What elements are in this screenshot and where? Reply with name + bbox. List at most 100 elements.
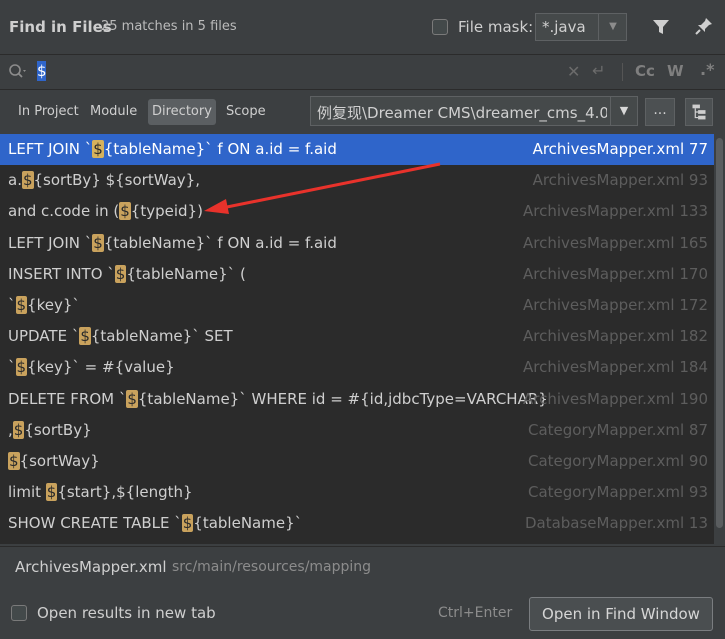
preview-file-path: src/main/resources/mapping [172, 559, 372, 575]
result-text-before: ` [8, 296, 16, 314]
result-text-before: LEFT JOIN ` [8, 233, 93, 252]
chevron-down-icon[interactable]: ▼ [598, 14, 627, 40]
match-highlight: $ [15, 296, 28, 314]
file-mask-value: *.java [542, 18, 586, 36]
toolbar-divider [622, 63, 623, 81]
result-row[interactable]: SHOW CREATE TABLE `${tableName}` Database… [0, 508, 714, 539]
result-location: DatabaseMapper.xml 13 [524, 514, 708, 533]
search-icon[interactable] [8, 63, 28, 81]
tab-module[interactable]: Module [86, 99, 141, 125]
search-input[interactable] [37, 60, 517, 82]
result-location: ArchivesMapper.xml 133 [523, 202, 708, 221]
match-case-toggle[interactable]: Cc [635, 62, 655, 80]
result-text-before: ` [8, 358, 16, 377]
search-query-selection: $ [37, 61, 47, 81]
result-text: ,${sortBy} [8, 415, 92, 446]
results-list: LEFT JOIN `${tableName}` f ON a.id = f.a… [0, 134, 714, 544]
result-location: ArchivesMapper.xml 165 [523, 233, 708, 252]
result-row[interactable]: `${key}` = #{value} ArchivesMapper.xml 18… [0, 352, 714, 383]
result-location: ArchivesMapper.xml 77 [532, 140, 708, 158]
result-text-after: {tableName}` ( [126, 264, 246, 283]
chevron-down-icon[interactable]: ▼ [610, 97, 637, 125]
result-text: DELETE FROM `${tableName}` WHERE id = #{… [8, 384, 548, 415]
result-text-after: {sortBy} [24, 420, 92, 439]
tab-directory[interactable]: Directory [148, 99, 216, 125]
match-highlight: $ [92, 233, 104, 252]
result-text: and c.code in (${typeid}) [8, 196, 203, 227]
structure-icon[interactable] [685, 98, 713, 126]
match-highlight: $ [114, 264, 127, 283]
browse-button[interactable]: ... [645, 98, 675, 126]
result-text-before: INSERT INTO ` [8, 264, 115, 283]
result-text-before: and c.code in ( [8, 202, 120, 221]
result-location: ArchivesMapper.xml 93 [532, 171, 708, 190]
result-text: UPDATE `${tableName}` SET [8, 321, 233, 352]
result-row[interactable]: limit ${start},${length} CategoryMapper.x… [0, 477, 714, 508]
shortcut-hint: Ctrl+Enter [438, 605, 513, 621]
result-text-before: a. [8, 171, 22, 190]
result-row[interactable]: LEFT JOIN `${tableName}` f ON a.id = f.a… [0, 228, 714, 259]
result-text-before: UPDATE ` [8, 327, 80, 346]
close-icon[interactable]: ✕ [567, 62, 580, 81]
result-text-before: DELETE FROM ` [8, 389, 127, 408]
match-highlight: $ [79, 327, 91, 346]
result-location: ArchivesMapper.xml 184 [523, 358, 708, 377]
result-row[interactable]: ${sortWay} CategoryMapper.xml 90 [0, 446, 714, 477]
search-bar: $ ✕ ↵ Cc W .* [0, 55, 725, 90]
match-highlight: $ [45, 483, 58, 502]
result-location: CategoryMapper.xml 90 [528, 452, 708, 470]
result-row[interactable]: INSERT INTO `${tableName}` (ArchivesMapp… [0, 259, 714, 290]
scrollbar-thumb[interactable] [716, 138, 723, 528]
result-text: LEFT JOIN `${tableName}` f ON a.id = f.a… [8, 134, 337, 165]
result-location: CategoryMapper.xml 93 [528, 483, 708, 502]
filter-icon[interactable] [652, 18, 670, 36]
whole-words-toggle[interactable]: W [667, 62, 684, 80]
result-text-after: {sortWay} [19, 452, 100, 470]
pin-icon[interactable] [694, 16, 714, 36]
result-text-before: SHOW CREATE TABLE ` [8, 514, 182, 533]
result-row[interactable]: UPDATE `${tableName}` SET ArchivesMapper.… [0, 321, 714, 352]
result-row[interactable]: LEFT JOIN `${tableName}` f ON a.id = f.a… [0, 134, 714, 165]
tab-scope[interactable]: Scope [222, 99, 270, 125]
regex-toggle[interactable]: .* [700, 60, 714, 79]
match-highlight: $ [181, 514, 194, 533]
result-row[interactable]: and c.code in (${typeid}) ArchivesMapper.… [0, 196, 714, 227]
result-text-after: {tableName}` f ON a.id = f.aid [103, 140, 337, 158]
newline-icon[interactable]: ↵ [592, 61, 605, 80]
dialog-footer: Open results in new tab Ctrl+Enter Open … [0, 588, 725, 639]
result-text: `${key}` = #{value} [8, 352, 175, 383]
preview-header: ArchivesMapper.xml src/main/resources/ma… [0, 546, 725, 587]
open-in-find-window-button[interactable]: Open in Find Window [529, 597, 713, 631]
dialog-title: Find in Files [9, 18, 112, 36]
file-mask-checkbox[interactable] [432, 19, 448, 35]
result-text: INSERT INTO `${tableName}` ( [8, 259, 246, 290]
tab-in-project[interactable]: In Project [14, 99, 83, 125]
match-highlight: $ [8, 452, 20, 470]
result-row[interactable]: `${key}` ArchivesMapper.xml 172 [0, 290, 714, 321]
result-location: ArchivesMapper.xml 190 [523, 389, 708, 408]
result-row[interactable]: a.${sortBy} ${sortWay}, ArchivesMapper.xm… [0, 165, 714, 196]
dialog-header: Find in Files 25 matches in 5 files File… [0, 0, 725, 55]
directory-combo[interactable]: 例复现\Dreamer CMS\dreamer_cms_4.0 ▼ [310, 96, 638, 126]
result-text-after: {start},${length} [57, 483, 193, 502]
result-text: ${sortWay} [8, 446, 100, 477]
result-text-after: {typeid}) [130, 202, 203, 221]
file-mask-label: File mask: [458, 18, 534, 36]
file-mask-combo[interactable]: *.java ▼ [535, 13, 627, 41]
result-row[interactable]: DELETE FROM `${tableName}` WHERE id = #{… [0, 384, 714, 415]
result-text-after: {tableName}` f ON a.id = f.aid [103, 233, 337, 252]
directory-value: 例复现\Dreamer CMS\dreamer_cms_4.0 [317, 104, 607, 122]
match-highlight: $ [92, 140, 104, 158]
result-text-after: {tableName}` WHERE id = #{id,jdbcType=VA… [137, 389, 548, 408]
results-scrollbar[interactable] [714, 134, 725, 544]
result-location: ArchivesMapper.xml 182 [523, 327, 708, 346]
preview-file-name: ArchivesMapper.xml [15, 558, 167, 576]
scope-row: In Project Module Directory Scope 例复现\Dr… [0, 90, 725, 132]
open-in-new-tab-label[interactable]: Open results in new tab [37, 604, 216, 622]
result-text: `${key}` [8, 290, 80, 321]
result-row[interactable]: ,${sortBy} CategoryMapper.xml 87 [0, 415, 714, 446]
match-count: 25 matches in 5 files [101, 19, 237, 34]
open-in-new-tab-checkbox[interactable] [11, 605, 27, 621]
match-highlight: $ [126, 389, 138, 408]
result-text-after: {sortBy} ${sortWay}, [33, 171, 200, 190]
